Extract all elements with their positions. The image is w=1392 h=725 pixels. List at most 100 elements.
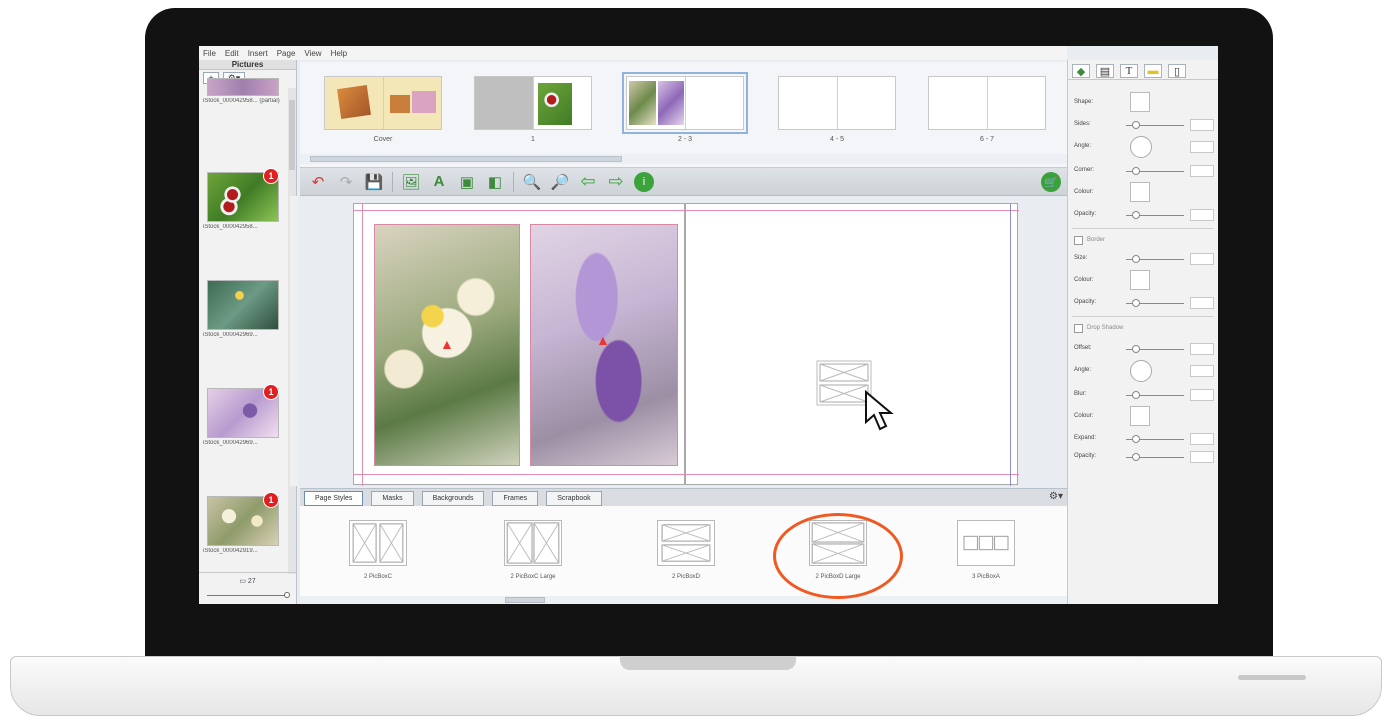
- sides-slider[interactable]: [1126, 121, 1184, 129]
- shadow-colour-swatch[interactable]: [1130, 406, 1150, 426]
- shadow-angle-field[interactable]: [1190, 365, 1214, 377]
- corner-slider[interactable]: [1126, 167, 1184, 175]
- add-shape-icon[interactable]: ▣: [457, 172, 477, 192]
- menu-file[interactable]: File: [203, 49, 216, 58]
- fill-tool-icon[interactable]: ◆: [1072, 64, 1090, 78]
- border-checkbox[interactable]: [1074, 236, 1083, 245]
- prop-drop-shadow-toggle: Drop Shadow: [1074, 322, 1214, 338]
- border-size-slider[interactable]: [1126, 255, 1184, 263]
- warning-badge: 1: [263, 492, 279, 508]
- shadow-blur-slider[interactable]: [1126, 391, 1184, 399]
- shadow-offset-field[interactable]: [1190, 343, 1214, 355]
- add-picture-icon[interactable]: 🖼: [401, 172, 421, 192]
- shadow-expand-slider[interactable]: [1126, 435, 1184, 443]
- drop-shadow-checkbox[interactable]: [1074, 324, 1083, 333]
- spread-6-7[interactable]: 6 - 7: [928, 76, 1046, 143]
- layout-tool-icon[interactable]: ▤: [1096, 64, 1114, 78]
- spread-1[interactable]: 1: [474, 76, 592, 143]
- pictures-count: 27: [247, 578, 256, 585]
- menu-edit[interactable]: Edit: [225, 49, 239, 58]
- pictures-scrollbar-track[interactable]: [290, 196, 298, 486]
- shadow-blur-field[interactable]: [1190, 389, 1214, 401]
- angle-dial[interactable]: [1130, 136, 1152, 158]
- spread-strip-scrollbar[interactable]: [300, 154, 1067, 164]
- menu-page[interactable]: Page: [277, 49, 296, 58]
- text-tool-icon[interactable]: T: [1120, 64, 1138, 78]
- opacity-slider[interactable]: [1126, 211, 1184, 219]
- picture-item[interactable]: 1 iStock_000042958...: [203, 168, 283, 230]
- design-tabs: Page Styles Masks Backgrounds Frames Scr…: [300, 488, 1067, 506]
- main-toolbar: ↶ ↷ 💾 🖼 A ▣ ◧ 🔍 🔎 ⇦ ⇨ i 🛒: [300, 168, 1067, 196]
- spread-4-5[interactable]: 4 - 5: [778, 76, 896, 143]
- properties-tabs: ◆ ▤ T ▬ ▯: [1068, 60, 1218, 80]
- shadow-opacity-slider[interactable]: [1126, 453, 1184, 461]
- prop-border-opacity: Opacity:: [1074, 296, 1214, 312]
- add-text-icon[interactable]: A: [429, 172, 449, 192]
- picture-item[interactable]: 1 iStock_000042919...: [203, 492, 283, 554]
- page-styles-scrollbar[interactable]: [300, 596, 1067, 604]
- page-style-item[interactable]: 3 PicBoxA: [936, 520, 1036, 580]
- cart-icon[interactable]: 🛒: [1041, 172, 1061, 192]
- corner-field[interactable]: [1190, 165, 1214, 177]
- menu-help[interactable]: Help: [331, 49, 347, 58]
- shape-swatch[interactable]: [1130, 92, 1150, 112]
- tab-scrapbook[interactable]: Scrapbook: [546, 491, 602, 506]
- help-icon[interactable]: i: [634, 171, 654, 192]
- low-resolution-warning-icon[interactable]: ▲: [440, 336, 454, 352]
- opacity-field[interactable]: [1190, 209, 1214, 221]
- undo-icon[interactable]: ↶: [308, 172, 328, 192]
- spread-cover[interactable]: Cover: [324, 76, 442, 143]
- menu-view[interactable]: View: [304, 49, 321, 58]
- low-resolution-warning-icon[interactable]: ▲: [596, 332, 610, 348]
- prop-shadow-blur: Blur:: [1074, 388, 1214, 404]
- page-style-item[interactable]: 2 PicBoxC Large: [483, 520, 583, 580]
- previous-page-icon[interactable]: ⇦: [578, 171, 598, 192]
- next-page-icon[interactable]: ⇨: [606, 171, 626, 192]
- save-icon[interactable]: 💾: [364, 172, 384, 192]
- shadow-offset-slider[interactable]: [1126, 345, 1184, 353]
- spread-strip: Cover 1 2 - 3 4 - 5 6 - 7: [300, 62, 1067, 168]
- zoom-in-icon[interactable]: 🔎: [550, 172, 570, 192]
- picture-item[interactable]: 1 iStock_000042969...: [203, 384, 283, 446]
- shadow-angle-dial[interactable]: [1130, 360, 1152, 382]
- picture-item[interactable]: iStock_000042958... (partial): [203, 78, 283, 104]
- prop-shadow-angle: Angle:: [1074, 360, 1214, 382]
- menu-insert[interactable]: Insert: [248, 49, 268, 58]
- zoom-out-icon[interactable]: 🔍: [522, 172, 542, 192]
- sides-field[interactable]: [1190, 119, 1214, 131]
- page-tool-icon[interactable]: ▯: [1168, 64, 1186, 78]
- redo-icon[interactable]: ↷: [336, 172, 356, 192]
- border-size-field[interactable]: [1190, 253, 1214, 265]
- colour-swatch[interactable]: [1130, 182, 1150, 202]
- tab-frames[interactable]: Frames: [492, 491, 539, 506]
- mouse-cursor-icon: [865, 390, 894, 431]
- menu-bar: File Edit Insert Page View Help: [199, 46, 1067, 60]
- thumbnail-size-slider[interactable]: [207, 592, 290, 598]
- border-colour-swatch[interactable]: [1130, 270, 1150, 290]
- spread-label: 2 - 3: [677, 136, 692, 143]
- prop-angle: Angle:: [1074, 136, 1214, 158]
- picture-thumbnail: [207, 280, 279, 330]
- tab-masks[interactable]: Masks: [371, 491, 414, 506]
- page-style-item[interactable]: 2 PicBoxD: [636, 520, 736, 580]
- page-style-item[interactable]: 2 PicBoxC: [328, 520, 428, 580]
- page-style-thumbnail: [349, 520, 407, 566]
- picture-label: iStock_000042958...: [203, 224, 258, 230]
- right-page[interactable]: [685, 203, 1019, 486]
- prop-border-colour: Colour:: [1074, 270, 1214, 290]
- border-opacity-field[interactable]: [1190, 297, 1214, 309]
- spread-2-3[interactable]: 2 - 3: [622, 72, 748, 143]
- spread-label: Cover: [373, 136, 393, 143]
- border-opacity-slider[interactable]: [1126, 299, 1184, 307]
- prop-shape: Shape:: [1074, 92, 1214, 112]
- tab-page-styles[interactable]: Page Styles: [304, 491, 364, 506]
- arrange-icon[interactable]: ◧: [485, 172, 505, 192]
- shadow-opacity-field[interactable]: [1190, 451, 1214, 463]
- line-tool-icon[interactable]: ▬: [1144, 64, 1162, 78]
- tab-backgrounds[interactable]: Backgrounds: [421, 491, 485, 506]
- left-page[interactable]: ▲ ▲: [353, 203, 686, 486]
- angle-field[interactable]: [1190, 141, 1214, 153]
- tabs-gear-icon[interactable]: ⚙▾: [1049, 491, 1063, 502]
- shadow-expand-field[interactable]: [1190, 433, 1214, 445]
- picture-item[interactable]: iStock_000042969...: [203, 280, 283, 338]
